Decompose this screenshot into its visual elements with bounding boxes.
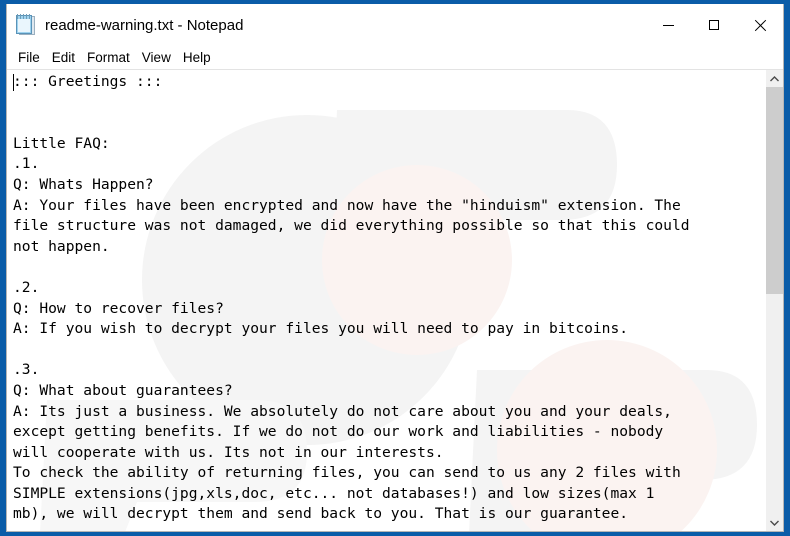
- menu-item-edit[interactable]: Edit: [52, 51, 75, 65]
- scrollbar-track[interactable]: [766, 87, 783, 514]
- text-editor-area[interactable]: ::: Greetings ::: Little FAQ: .1. Q: Wha…: [7, 70, 765, 531]
- maximize-button[interactable]: [691, 4, 737, 46]
- vertical-scrollbar[interactable]: [765, 70, 783, 531]
- maximize-icon: [709, 20, 719, 30]
- desktop-background: readme-warning.txt - Notepad File Edit F…: [0, 0, 790, 536]
- scroll-up-button[interactable]: [766, 70, 783, 87]
- menu-item-format[interactable]: Format: [87, 51, 130, 65]
- menu-item-help[interactable]: Help: [183, 51, 211, 65]
- minimize-button[interactable]: [645, 4, 691, 46]
- chevron-up-icon: [770, 75, 779, 81]
- menu-item-file[interactable]: File: [18, 51, 40, 65]
- editor-region: ::: Greetings ::: Little FAQ: .1. Q: Wha…: [7, 69, 783, 531]
- window-title: readme-warning.txt - Notepad: [45, 16, 244, 34]
- notepad-icon: [15, 14, 37, 36]
- title-bar[interactable]: readme-warning.txt - Notepad: [7, 4, 783, 46]
- close-icon: [754, 19, 767, 32]
- text-caret: [13, 74, 14, 91]
- menu-item-view[interactable]: View: [142, 51, 171, 65]
- scroll-down-button[interactable]: [766, 514, 783, 531]
- menu-bar: File Edit Format View Help: [7, 46, 783, 69]
- scrollbar-thumb[interactable]: [766, 87, 783, 294]
- notepad-window: readme-warning.txt - Notepad File Edit F…: [6, 4, 784, 532]
- chevron-down-icon: [770, 520, 779, 526]
- window-controls: [645, 4, 783, 46]
- close-button[interactable]: [737, 4, 783, 46]
- document-text[interactable]: ::: Greetings ::: Little FAQ: .1. Q: Wha…: [13, 72, 765, 525]
- minimize-icon: [662, 24, 674, 26]
